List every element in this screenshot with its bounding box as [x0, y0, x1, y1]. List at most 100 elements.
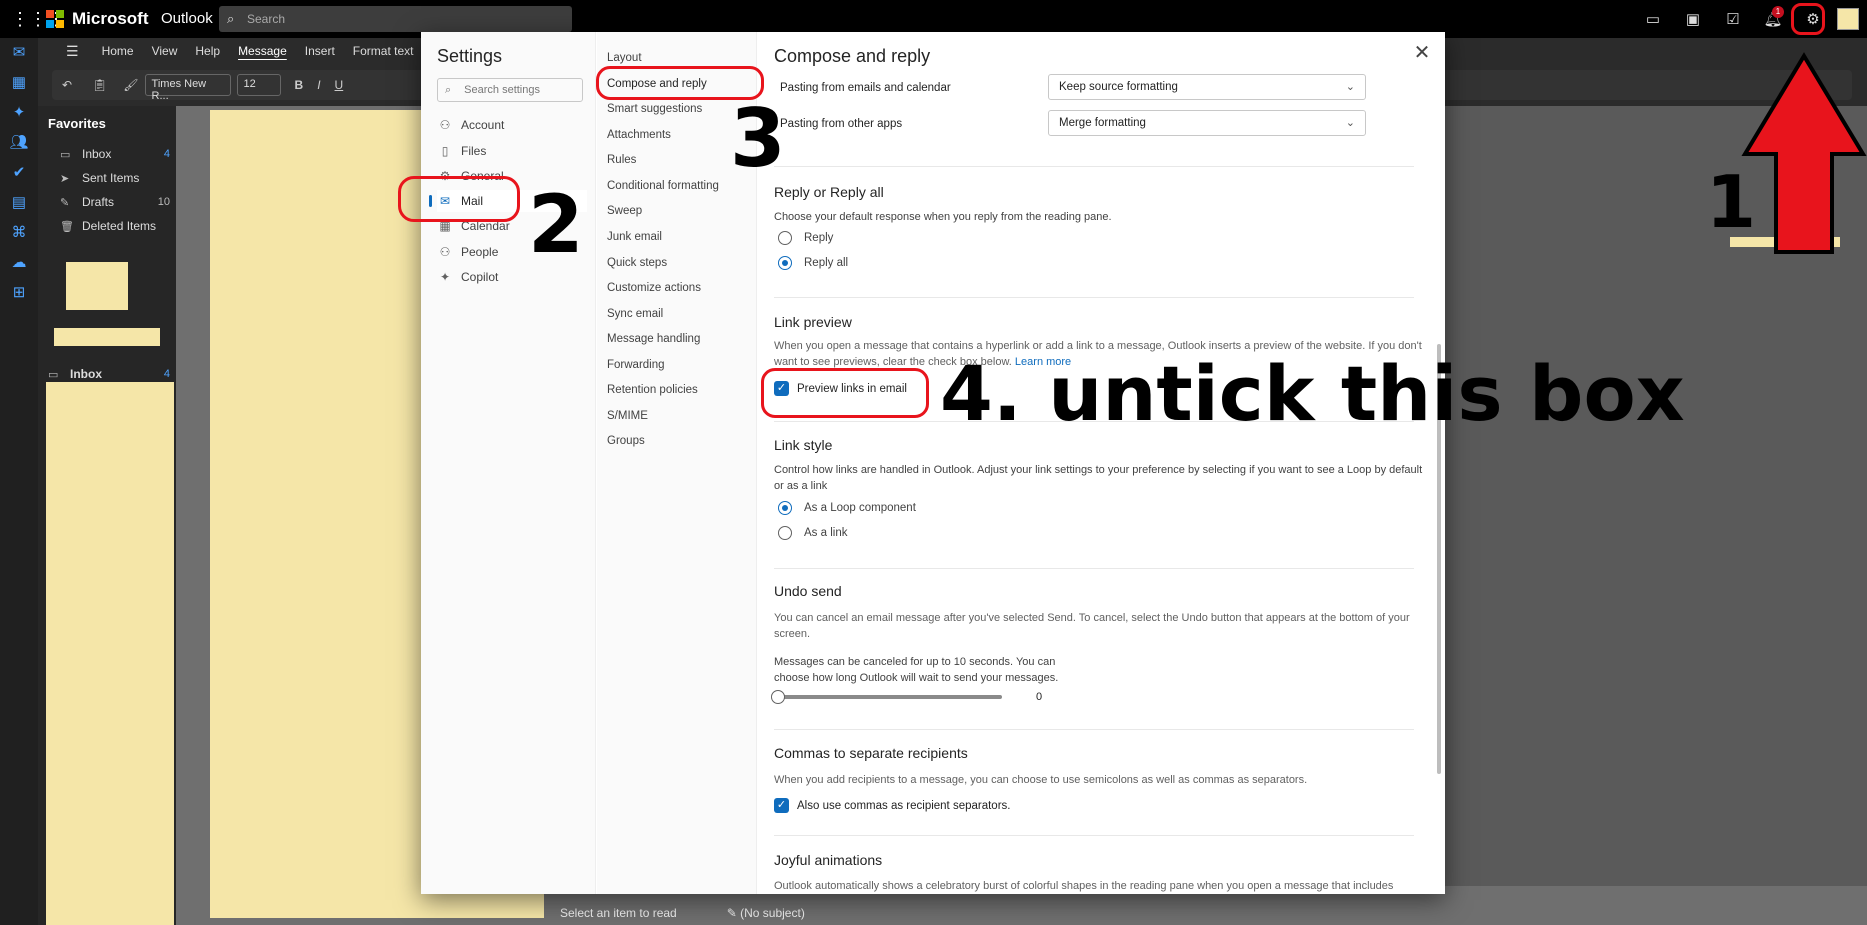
subnav-sweep[interactable]: Sweep: [607, 205, 642, 217]
folder-sent[interactable]: ➤ Sent Items: [60, 168, 170, 188]
divider: [774, 166, 1414, 167]
subnav-smart-suggestions[interactable]: Smart suggestions: [607, 103, 702, 115]
checkbox-label: Also use commas as recipient separators.: [797, 799, 1011, 812]
teams-chat-icon[interactable]: ▭: [1633, 0, 1673, 38]
subnav-quick-steps[interactable]: Quick steps: [607, 257, 667, 269]
nav-label: Copilot: [461, 270, 499, 284]
folder-drafts[interactable]: ✎ Drafts 10: [60, 192, 170, 212]
subnav-groups[interactable]: Groups: [607, 435, 645, 447]
annotation-step-1: 1: [1706, 160, 1757, 244]
subnav-sync-email[interactable]: Sync email: [607, 308, 663, 320]
tab-help[interactable]: Help: [186, 44, 229, 58]
content-scrollbar[interactable]: [1437, 84, 1441, 884]
search-input[interactable]: ⌕ Search: [219, 6, 572, 32]
radio-as-link[interactable]: As a link: [778, 526, 847, 540]
reply-section-title: Reply or Reply all: [774, 184, 884, 200]
draft-tab-label: (No subject): [740, 905, 805, 920]
font-size-select[interactable]: 12: [236, 74, 281, 96]
draft-tab[interactable]: ✎ (No subject): [727, 906, 805, 920]
folder-label: Sent Items: [82, 171, 140, 185]
tab-view[interactable]: View: [143, 44, 187, 58]
radio-reply[interactable]: Reply: [778, 231, 833, 245]
link-style-desc: Control how links are handled in Outlook…: [774, 464, 1423, 492]
files-icon[interactable]: ▤: [0, 188, 38, 218]
pencil-icon: ✎: [60, 196, 70, 209]
folder-inbox[interactable]: ▭ Inbox 4: [60, 144, 170, 164]
subnav-attachments[interactable]: Attachments: [607, 129, 671, 141]
org-icon[interactable]: ⌘: [0, 218, 38, 248]
commas-checkbox[interactable]: ✓ Also use commas as recipient separators…: [774, 798, 1010, 813]
todo-rail-icon[interactable]: ✔: [0, 158, 38, 188]
nav-files[interactable]: ▯ Files: [437, 140, 587, 162]
search-placeholder: Search: [247, 12, 286, 26]
onedrive-icon[interactable]: ☁: [0, 248, 38, 278]
paste-emails-label: Pasting from emails and calendar: [780, 82, 951, 94]
mail-icon[interactable]: ✉: [0, 38, 38, 68]
settings-dialog: Settings ⌕ Search settings ⚇ Account ▯ Fil…: [421, 32, 1445, 894]
subnav-forwarding[interactable]: Forwarding: [607, 359, 665, 371]
divider: [774, 729, 1414, 730]
italic-icon[interactable]: I: [317, 78, 320, 92]
favorites-header[interactable]: Favorites: [48, 116, 106, 131]
trash-icon: 🗑︎: [60, 220, 74, 233]
subnav-customize-actions[interactable]: Customize actions: [607, 282, 701, 294]
subnav-message-handling[interactable]: Message handling: [607, 333, 700, 345]
paste-emails-dropdown[interactable]: Keep source formatting ⌄: [1048, 74, 1366, 100]
folder-inbox-group[interactable]: ▭ Inbox 4: [48, 364, 170, 384]
link-style-title: Link style: [774, 437, 833, 453]
underline-icon[interactable]: U: [335, 78, 344, 92]
bold-icon[interactable]: B: [295, 78, 304, 92]
redacted-account: [54, 328, 160, 346]
copilot-icon[interactable]: ✦: [0, 98, 38, 128]
link-preview-title: Link preview: [774, 314, 852, 330]
tab-home[interactable]: Home: [93, 44, 143, 58]
inbox-group-icon: ▭: [48, 368, 59, 381]
tab-insert[interactable]: Insert: [296, 44, 344, 58]
unread-count: 4: [163, 368, 170, 380]
reply-section-desc: Choose your default response when you re…: [774, 211, 1112, 223]
format-painter-icon[interactable]: 🖌︎: [123, 78, 138, 92]
people-icon[interactable]: 👥︎: [0, 128, 38, 158]
subnav-smime[interactable]: S/MIME: [607, 410, 648, 422]
subnav-conditional-formatting[interactable]: Conditional formatting: [607, 180, 719, 192]
tab-message[interactable]: Message: [229, 44, 296, 58]
annotation-step-3: 3: [730, 92, 786, 185]
tab-format-text[interactable]: Format text: [344, 44, 423, 58]
subnav-retention-policies[interactable]: Retention policies: [607, 384, 698, 396]
subnav-junk-email[interactable]: Junk email: [607, 231, 662, 243]
folder-deleted[interactable]: 🗑︎ Deleted Items: [60, 216, 170, 236]
subnav-layout[interactable]: Layout: [607, 52, 642, 64]
top-icons: ▭ ▣ ☑ 🔔︎ 1 ⚙: [1633, 0, 1867, 38]
slider-knob[interactable]: [771, 690, 785, 704]
hamburger-icon[interactable]: ☰: [38, 43, 93, 60]
bell-icon[interactable]: 🔔︎ 1: [1753, 0, 1793, 38]
undo-icon[interactable]: ↶: [62, 78, 72, 92]
file-icon: ▯: [441, 144, 449, 158]
settings-title: Settings: [437, 46, 503, 66]
clipboard-icon[interactable]: 📋︎: [92, 78, 107, 92]
notification-badge: 1: [1772, 6, 1784, 18]
font-name-select[interactable]: Times New R...: [144, 74, 231, 102]
microsoft-logo-icon: [46, 10, 64, 28]
subnav-rules[interactable]: Rules: [607, 154, 636, 166]
app-name[interactable]: Outlook: [161, 10, 213, 27]
redacted-block: [66, 262, 128, 310]
avatar[interactable]: [1837, 8, 1859, 30]
more-apps-icon[interactable]: ⊞: [0, 278, 38, 308]
radio-loop-component[interactable]: As a Loop component: [778, 501, 916, 515]
copilot-icon: ✦: [439, 270, 451, 284]
nav-account[interactable]: ⚇ Account: [437, 114, 587, 136]
undo-send-slider[interactable]: [771, 690, 1002, 704]
close-icon[interactable]: ✕: [1411, 42, 1433, 64]
annotation-box-gear: [1791, 3, 1825, 35]
paste-apps-dropdown[interactable]: Merge formatting ⌄: [1048, 110, 1366, 136]
radio-reply-all[interactable]: Reply all: [778, 256, 848, 270]
todo-icon[interactable]: ☑: [1713, 0, 1753, 38]
undo-send-title: Undo send: [774, 583, 842, 599]
app-launcher-icon[interactable]: ⋮⋮⋮: [11, 10, 65, 28]
calendar-icon[interactable]: ▦: [0, 68, 38, 98]
inbox-icon: ▭: [60, 148, 71, 161]
search-icon: ⌕: [227, 11, 235, 26]
office-icon[interactable]: ▣: [1673, 0, 1713, 38]
settings-search-input[interactable]: ⌕ Search settings: [437, 78, 583, 102]
